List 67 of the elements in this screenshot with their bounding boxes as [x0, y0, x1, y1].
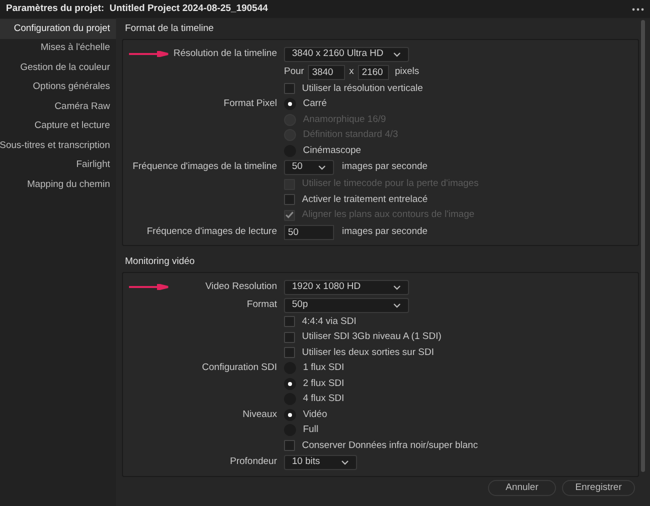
- sidebar-item[interactable]: Mapping du chemin: [0, 175, 116, 194]
- checkbox[interactable]: [284, 83, 295, 94]
- radio-label: Cinémascope: [303, 144, 362, 158]
- input-field[interactable]: 50: [284, 224, 334, 240]
- radio-label: 2 flux SDI: [303, 376, 344, 391]
- sidebar-item[interactable]: Capture et lecture: [0, 116, 116, 136]
- width-field[interactable]: 3840: [308, 64, 346, 80]
- checkbox[interactable]: [284, 194, 295, 206]
- radio-button[interactable]: [284, 408, 296, 421]
- checkbox-label: Utiliser la résolution verticale: [302, 82, 423, 96]
- field-label: Fréquence d'images de la timeline: [132, 160, 277, 174]
- field-label: Résolution de la timeline: [173, 46, 277, 61]
- unit-label: images par seconde: [342, 160, 428, 174]
- caret-icon: [393, 284, 401, 290]
- height-field[interactable]: 2160: [358, 64, 389, 80]
- field-label: Niveaux: [242, 408, 277, 422]
- radio-label: Full: [303, 423, 318, 438]
- checkbox[interactable]: [284, 347, 295, 358]
- dialog-button[interactable]: Annuler: [488, 480, 556, 496]
- unit-label: pixels: [394, 64, 420, 79]
- field-label: Pour: [284, 64, 304, 79]
- radio-label: 4 flux SDI: [303, 392, 344, 406]
- caret-icon: [318, 165, 326, 170]
- caret-icon: [393, 302, 401, 308]
- sidebar-item[interactable]: Mises à l'échelle: [0, 38, 116, 58]
- radio-label: Vidéo: [303, 408, 328, 422]
- window-title: Paramètres du projet: Untitled Project 2024-08-25_190544: [6, 2, 268, 16]
- separator-label: x: [349, 64, 354, 79]
- field-label: Fréquence d'images de lecture: [146, 224, 277, 239]
- dropdown[interactable]: 50p: [284, 298, 409, 312]
- sidebar-item[interactable]: Options générales: [0, 78, 116, 97]
- field-label: Configuration SDI: [202, 361, 277, 376]
- dropdown[interactable]: 50: [284, 160, 334, 175]
- sidebar-item[interactable]: Configuration du projet: [0, 19, 116, 38]
- sidebar-item[interactable]: Gestion de la couleur: [0, 58, 116, 78]
- radio-label: 1 flux SDI: [303, 361, 344, 376]
- dropdown[interactable]: 3840 x 2160 Ultra HD: [284, 46, 409, 62]
- field-label: Format: [246, 298, 277, 312]
- section-title: Monitoring vidéo: [124, 254, 196, 269]
- checkbox-label: Utiliser SDI 3Gb niveau A (1 SDI): [302, 330, 442, 344]
- more-icon[interactable]: [632, 8, 644, 10]
- checkbox[interactable]: [284, 440, 295, 452]
- radio-label: Carré: [303, 97, 327, 112]
- dropdown[interactable]: 1920 x 1080 HD: [284, 280, 409, 294]
- arrow-icon: [129, 51, 169, 57]
- field-label: Format Pixel: [224, 97, 277, 112]
- scrollbar[interactable]: [641, 20, 645, 472]
- checkbox[interactable]: [284, 332, 295, 343]
- sidebar-item[interactable]: Fairlight: [0, 156, 116, 175]
- sidebar-item[interactable]: Caméra Raw: [0, 97, 116, 116]
- checkbox[interactable]: [284, 316, 295, 328]
- dropdown[interactable]: 10 bits: [284, 455, 357, 470]
- checkbox-label: Conserver Données infra noir/super blanc: [302, 438, 478, 453]
- radio-button[interactable]: [284, 378, 296, 390]
- section-title: Format de la timeline: [124, 22, 215, 36]
- field-label: Video Resolution: [205, 280, 277, 294]
- caret-icon: [393, 52, 401, 56]
- checkbox-label: Utiliser les deux sorties sur SDI: [302, 346, 434, 360]
- checkbox-label: 4:4:4 via SDI: [302, 314, 356, 329]
- dialog-button[interactable]: Enregistrer: [562, 480, 635, 496]
- checkbox-label: Activer le traitement entrelacé: [302, 192, 428, 207]
- sidebar-item[interactable]: Sous-titres et transcription: [0, 136, 116, 156]
- caret-icon: [341, 460, 349, 465]
- unit-label: images par seconde: [342, 224, 428, 239]
- arrow-icon: [129, 284, 169, 290]
- radio-button[interactable]: [284, 98, 296, 110]
- field-label: Profondeur: [230, 455, 277, 470]
